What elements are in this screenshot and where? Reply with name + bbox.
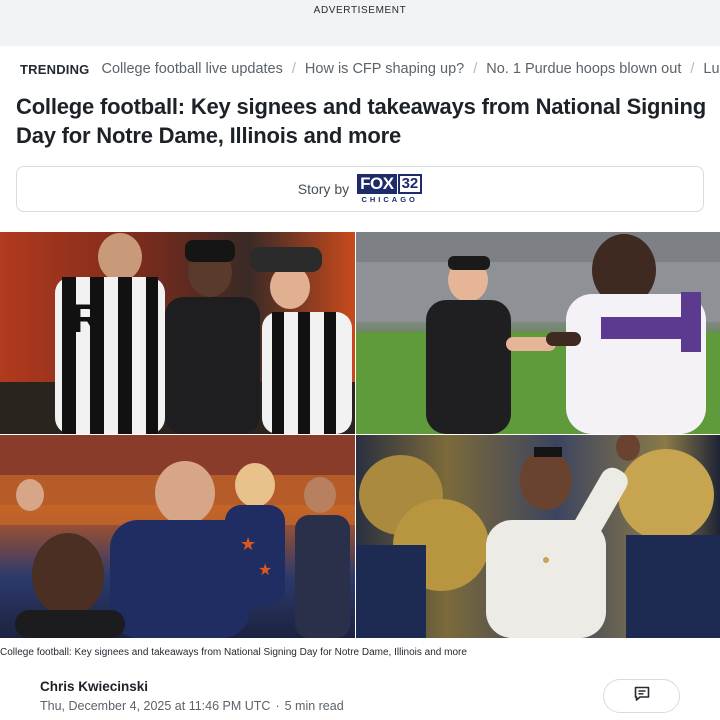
comment-icon xyxy=(633,685,651,708)
svg-text:★: ★ xyxy=(240,534,256,554)
story-by-label: Story by xyxy=(297,181,350,197)
fox32-logo-number: 32 xyxy=(397,174,423,194)
photo-handshake xyxy=(356,232,720,434)
comments-button[interactable] xyxy=(603,679,680,713)
publish-date: Thu, December 4, 2025 at 11:46 PM UTC xyxy=(40,699,271,713)
trending-separator: / xyxy=(291,61,296,77)
fox32-logo-city: CHICAGO xyxy=(361,195,418,204)
trending-bar: TRENDING College football live updates /… xyxy=(20,59,720,79)
photo-referees-coach: R xyxy=(0,232,355,434)
image-caption: College football: Key signees and takeaw… xyxy=(0,647,467,658)
advertisement-bar: ADVERTISEMENT xyxy=(0,0,720,46)
svg-text:R: R xyxy=(72,297,101,341)
meta-separator: · xyxy=(275,699,280,713)
fox32-logo[interactable]: FOX 32 CHICAGO xyxy=(357,174,423,204)
fox32-logo-word: FOX xyxy=(357,174,397,194)
photo-coach-celebration: ★ ★ xyxy=(0,435,355,638)
svg-text:★: ★ xyxy=(258,562,272,579)
article-hero-image[interactable]: R ★ ★ xyxy=(0,232,720,638)
article-meta: Thu, December 4, 2025 at 11:46 PM UTC · 5 … xyxy=(40,699,344,713)
trending-link-purdue[interactable]: No. 1 Purdue hoops blown out xyxy=(486,61,681,77)
author-name[interactable]: Chris Kwiecinski xyxy=(40,679,148,694)
advertisement-label: ADVERTISEMENT xyxy=(313,5,407,16)
trending-link-luk[interactable]: Luk xyxy=(703,61,720,77)
trending-separator: / xyxy=(473,61,478,77)
trending-title: TRENDING xyxy=(20,61,90,77)
trending-link-live-updates[interactable]: College football live updates xyxy=(102,61,283,77)
trending-separator: / xyxy=(690,61,695,77)
read-time: 5 min read xyxy=(284,699,344,713)
story-by-box: Story by FOX 32 CHICAGO xyxy=(16,166,704,212)
photo-notre-dame-coach xyxy=(356,435,720,638)
trending-link-cfp[interactable]: How is CFP shaping up? xyxy=(305,61,464,77)
article-headline: College football: Key signees and takeaw… xyxy=(16,94,706,148)
